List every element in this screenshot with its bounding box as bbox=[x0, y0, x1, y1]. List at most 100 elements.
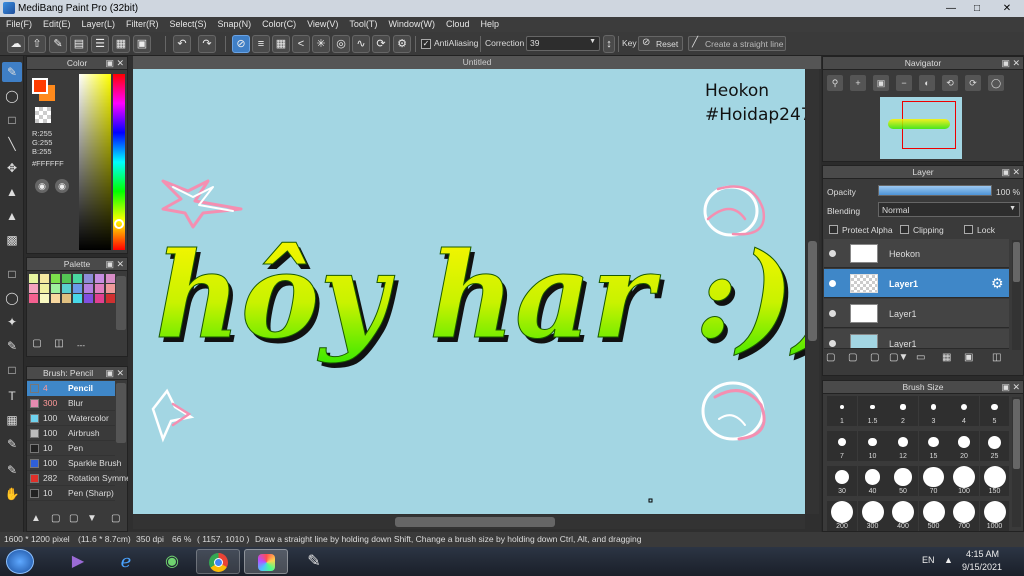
select-pen-icon[interactable]: ✎ bbox=[2, 336, 22, 356]
brush-size-cell[interactable]: 5 bbox=[979, 396, 1009, 426]
menu-color[interactable]: Color(C) bbox=[256, 17, 301, 29]
brush-size-cell[interactable]: 1 bbox=[827, 396, 857, 426]
brush-size-cell[interactable]: 150 bbox=[979, 466, 1009, 496]
eye-icon[interactable] bbox=[829, 310, 836, 317]
palette-swatch[interactable] bbox=[62, 294, 71, 303]
layer-row-selected[interactable]: Layer1 ⚙ bbox=[824, 269, 1009, 298]
brush-item[interactable]: 10 Pen bbox=[27, 441, 115, 456]
language-indicator[interactable]: EN bbox=[922, 555, 935, 565]
list-icon[interactable]: ☰ bbox=[91, 35, 109, 53]
correction-select[interactable]: 39 ▼ bbox=[526, 36, 600, 51]
palette-swatch[interactable] bbox=[29, 284, 38, 293]
maximize-button[interactable]: □ bbox=[964, 0, 990, 17]
layer-copy-icon[interactable]: ▦ bbox=[942, 352, 956, 366]
menu-select[interactable]: Select(S) bbox=[164, 17, 212, 29]
move-tool-icon[interactable]: ✥ bbox=[2, 158, 22, 178]
hue-slider[interactable] bbox=[113, 74, 125, 250]
menu-file[interactable]: File(F) bbox=[0, 17, 37, 29]
brush-size-cell[interactable]: 1000 bbox=[979, 501, 1009, 531]
medibang-icon[interactable] bbox=[244, 549, 288, 574]
minimize-button[interactable]: — bbox=[938, 0, 964, 17]
palette-swatch[interactable] bbox=[95, 274, 104, 283]
menu-filter[interactable]: Filter(R) bbox=[120, 17, 164, 29]
palette-swatch[interactable] bbox=[40, 284, 49, 293]
vertical-scroll-thumb[interactable] bbox=[808, 241, 817, 341]
navigator-thumbnail[interactable] bbox=[880, 97, 962, 159]
brush-item[interactable]: 300 Blur bbox=[27, 396, 115, 411]
palette-swatch[interactable] bbox=[84, 294, 93, 303]
foreground-color-swatch[interactable] bbox=[32, 78, 48, 94]
straight-line-button[interactable]: ╱ Create a straight line bbox=[688, 36, 786, 51]
brush-item-selected[interactable]: 4 Pencil bbox=[27, 381, 115, 396]
drawing-canvas[interactable]: hôy har :))) hôy har :))) Heokon #Hoidap… bbox=[133, 69, 805, 514]
zoom-in-icon[interactable]: + bbox=[850, 75, 866, 91]
palette-swatch[interactable] bbox=[62, 284, 71, 293]
clipping-checkbox[interactable] bbox=[900, 225, 909, 234]
rotate-right-icon[interactable]: ⟳ bbox=[965, 75, 981, 91]
radial-snap-icon[interactable]: ✳ bbox=[312, 35, 330, 53]
divide-tool-icon[interactable]: ▦ bbox=[2, 410, 22, 430]
antialias-checkbox[interactable]: ✓ bbox=[421, 39, 431, 49]
brush-item[interactable]: 282 Rotation Symmetry bbox=[27, 471, 140, 486]
brush-delete-icon[interactable]: ▢ bbox=[111, 513, 125, 527]
brush-size-cell[interactable]: 3 bbox=[918, 396, 949, 426]
flip-icon[interactable]: ◐ bbox=[919, 75, 935, 91]
brush-size-cell[interactable]: 500 bbox=[918, 501, 949, 531]
palette-swatch[interactable] bbox=[51, 274, 60, 283]
settings-icon[interactable]: ⚙ bbox=[393, 35, 411, 53]
new-page-icon[interactable]: ▢ bbox=[29, 338, 45, 352]
internet-explorer-icon[interactable]: e bbox=[104, 549, 148, 574]
zoom-actual-icon[interactable]: ▣ bbox=[873, 75, 889, 91]
fill-tool-icon[interactable]: ▲ bbox=[2, 206, 22, 226]
palette-add-icon[interactable]: ◉ bbox=[35, 179, 49, 193]
brush-copy-icon[interactable]: ▢ bbox=[69, 513, 83, 527]
layer-new-halftone-icon[interactable]: ▢ bbox=[848, 352, 862, 366]
brush-size-cell[interactable]: 12 bbox=[888, 431, 918, 461]
brush-size-cell[interactable]: 15 bbox=[918, 431, 949, 461]
rotate-left-icon[interactable]: ⟲ bbox=[942, 75, 958, 91]
trash-icon[interactable]: ◫ bbox=[992, 352, 1006, 366]
document-icon[interactable]: ▤ bbox=[70, 35, 88, 53]
brush-size-cell[interactable]: 70 bbox=[918, 466, 949, 496]
horizontal-scrollbar[interactable] bbox=[133, 515, 805, 529]
undo-icon[interactable]: ↶ bbox=[173, 35, 191, 53]
layer-new-icon[interactable]: ▢ bbox=[826, 352, 840, 366]
brush-size-cell[interactable]: 7 bbox=[827, 431, 857, 461]
zoom-out-icon[interactable]: − bbox=[896, 75, 912, 91]
layer-row[interactable]: Heokon bbox=[824, 239, 1009, 268]
comment-icon[interactable]: ✎ bbox=[49, 35, 67, 53]
palette-swatch[interactable] bbox=[73, 294, 82, 303]
palette-swatch[interactable] bbox=[106, 284, 115, 293]
gear-icon[interactable]: ⚙ bbox=[991, 275, 1004, 292]
reset-button[interactable]: ⊘ Reset bbox=[638, 36, 683, 51]
palette-swatch[interactable] bbox=[95, 284, 104, 293]
brush-scrollbar[interactable] bbox=[116, 383, 126, 443]
palette-swatch[interactable] bbox=[29, 294, 38, 303]
clock-date[interactable]: 9/15/2021 bbox=[962, 562, 1002, 572]
menu-snap[interactable]: Snap(N) bbox=[212, 17, 257, 29]
start-button[interactable] bbox=[6, 549, 34, 574]
brush-size-cell[interactable]: 20 bbox=[949, 431, 979, 461]
brush-menu-icon[interactable]: ▼ bbox=[87, 513, 107, 527]
blending-select[interactable]: Normal ▼ bbox=[878, 202, 1020, 217]
menu-window[interactable]: Window(W) bbox=[382, 17, 440, 29]
menu-view[interactable]: View(V) bbox=[301, 17, 343, 29]
eye-icon[interactable] bbox=[829, 280, 836, 287]
pen-tool-icon[interactable]: ✎ bbox=[2, 460, 22, 480]
transparent-swatch[interactable] bbox=[35, 107, 51, 123]
layer-merge-icon[interactable]: ▣ bbox=[964, 352, 978, 366]
text-tool-icon[interactable]: T bbox=[2, 386, 22, 406]
horizontal-scroll-thumb[interactable] bbox=[395, 517, 555, 527]
palette-swatch[interactable] bbox=[95, 294, 104, 303]
circle-snap-icon[interactable]: ◎ bbox=[332, 35, 350, 53]
brush-item[interactable]: 100 Watercolor bbox=[27, 411, 115, 426]
brush-size-cell[interactable]: 30 bbox=[827, 466, 857, 496]
rotate-snap-icon[interactable]: ⟳ bbox=[372, 35, 390, 53]
menu-edit[interactable]: Edit(E) bbox=[37, 17, 76, 29]
brush-item[interactable]: 10 Pen (Sharp) bbox=[27, 486, 115, 501]
palette-swatch[interactable] bbox=[73, 274, 82, 283]
brush-size-cell[interactable]: 400 bbox=[888, 501, 918, 531]
chrome-icon[interactable] bbox=[196, 549, 240, 574]
saturation-value-picker[interactable] bbox=[79, 74, 111, 250]
select-eraser-icon[interactable]: □ bbox=[2, 360, 22, 380]
